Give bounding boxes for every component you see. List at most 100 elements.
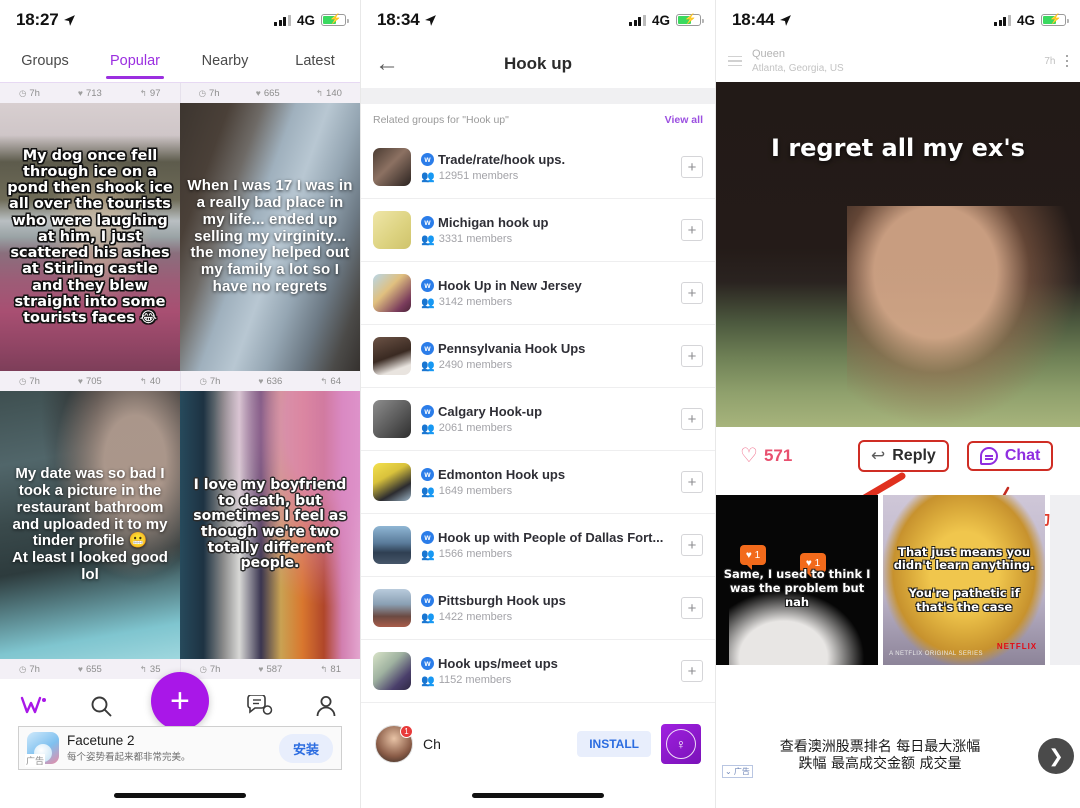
post-cell[interactable]: My date was so bad I took a picture in t… [0, 391, 180, 659]
group-name: Hook ups/meet ups [438, 655, 558, 671]
post-author-header: Queen Atlanta, Georgia, US 7h [716, 40, 1080, 82]
reply-button-annotated[interactable]: ↩ Reply [858, 440, 949, 472]
verified-badge-icon: w [421, 656, 434, 670]
location-arrow-icon [64, 14, 76, 26]
group-info: w Hook up with People of Dallas Fort... … [421, 530, 671, 561]
group-name: Hook Up in New Jersey [438, 277, 582, 293]
join-group-button[interactable]: + [681, 597, 703, 619]
group-name: Calgary Hook-up [438, 403, 543, 419]
clock-icon: ◷ [18, 87, 27, 98]
group-list-item[interactable]: w Pittsburgh Hook ups 👥 1422 members + [361, 577, 715, 640]
join-group-button[interactable]: + [681, 534, 703, 556]
signal-bars-icon [629, 14, 646, 26]
join-group-button[interactable]: + [681, 345, 703, 367]
group-list-item[interactable]: w Edmonton Hook ups 👥 1649 members + [361, 451, 715, 514]
reply-card[interactable]: That just means you didn't learn anythin… [883, 495, 1046, 665]
reply-card[interactable]: ♥ 1 ♥ 1 Same, I used to think I was the … [716, 495, 879, 665]
members-icon: 👥 [421, 611, 435, 624]
group-list-item[interactable]: w Trade/rate/hook ups. 👥 12951 members + [361, 136, 715, 199]
status-bar-panel1: 18:27 4G ⚡ [0, 0, 360, 40]
group-name-row: w Trade/rate/hook ups. [421, 152, 671, 167]
search-icon[interactable] [84, 689, 118, 723]
group-list-item[interactable]: w Calgary Hook-up 👥 2061 members + [361, 388, 715, 451]
group-list-item[interactable]: w Hook ups/meet ups 👥 1152 members + [361, 640, 715, 703]
tab-groups[interactable]: Groups [0, 53, 90, 69]
post-grid-second: My date was so bad I took a picture in t… [0, 391, 360, 659]
reply-card-partial[interactable] [1050, 495, 1080, 665]
ad-banner-facetune[interactable]: Facetune 2 每个姿势看起来都非常完美。 安装 广告 [18, 726, 342, 770]
group-list-item[interactable]: w Pennsylvania Hook Ups 👥 2490 members + [361, 325, 715, 388]
network-label: 4G [651, 12, 670, 28]
replies-strip: ♥ 1 ♥ 1 Same, I used to think I was the … [716, 495, 1080, 665]
group-info: w Hook Up in New Jersey 👥 3142 members [421, 278, 671, 309]
post-card-4[interactable]: I love my boyfriend to death, but someti… [180, 391, 360, 659]
hamburger-icon[interactable] [728, 55, 742, 67]
tab-nearby[interactable]: Nearby [180, 53, 270, 69]
group-list-item[interactable]: w Hook up with People of Dallas Fort... … [361, 514, 715, 577]
ad-next-arrow-icon[interactable]: ❯ [1038, 738, 1074, 774]
post-card-1[interactable]: My dog once fell through ice on a pond t… [0, 103, 180, 371]
reply-icon: ↰ [139, 375, 147, 386]
heart-icon: ♥ [255, 88, 261, 98]
stats-cell: ◷ 7h ♥ 713 ↰ 97 [0, 83, 181, 103]
page-title: Hook up [504, 54, 572, 73]
post-cell[interactable]: My dog once fell through ice on a pond t… [0, 103, 180, 371]
chat-button-annotated[interactable]: Chat [966, 441, 1054, 471]
post-hero-image[interactable]: I regret all my ex's [716, 82, 1080, 427]
whisper-logo-icon[interactable] [17, 689, 51, 723]
signal-bars-icon [274, 14, 291, 26]
tab-popular[interactable]: Popular [90, 53, 180, 79]
status-right: 4G ⚡ [994, 13, 1069, 28]
post-card-3[interactable]: My date was so bad I took a picture in t… [0, 391, 180, 659]
group-thumbnail [373, 337, 411, 375]
view-all-link[interactable]: View all [665, 114, 703, 126]
group-members-row: 👥 2061 members [421, 422, 671, 435]
join-group-button[interactable]: + [681, 156, 703, 178]
like-group[interactable]: ♡ 571 [726, 446, 858, 466]
ad-install-button[interactable]: 安装 [278, 733, 333, 763]
more-options-icon[interactable] [1065, 54, 1068, 68]
install-button[interactable]: INSTALL [577, 731, 651, 757]
author-info: Queen Atlanta, Georgia, US [752, 47, 1034, 74]
join-group-button[interactable]: + [681, 408, 703, 430]
feed-tabs[interactable]: Groups Popular Nearby Latest [0, 40, 360, 82]
reply-icon: ↰ [315, 87, 324, 98]
chat-bubble-icon[interactable] [242, 689, 276, 723]
group-members-row: 👥 1422 members [421, 611, 671, 624]
status-left: 18:27 [16, 10, 76, 30]
tab-latest[interactable]: Latest [270, 53, 360, 69]
join-group-button[interactable]: + [681, 282, 703, 304]
group-thumbnail [373, 148, 411, 186]
back-arrow-icon[interactable]: ← [375, 52, 399, 76]
post-grid: My dog once fell through ice on a pond t… [0, 103, 360, 371]
ad-banner-stocks[interactable]: 查看澳洲股票排名 每日最大涨幅 跌幅 最高成交金额 成交量 ❯ ⌄ 广告 [716, 730, 1080, 782]
post-cell[interactable]: I love my boyfriend to death, but someti… [180, 391, 360, 659]
post-age: 7h [209, 87, 220, 99]
verified-badge-icon: w [421, 278, 434, 292]
verified-badge-icon: w [421, 341, 434, 355]
reply-count: 97 [149, 87, 161, 99]
heart-icon: ♥ [258, 664, 264, 674]
post-age: 7h [29, 87, 40, 99]
join-group-button[interactable]: + [681, 219, 703, 241]
post-cell[interactable]: When I was 17 I was in a really bad plac… [180, 103, 360, 371]
members-icon: 👥 [421, 296, 435, 309]
battery-icon: ⚡ [1041, 14, 1069, 26]
home-indicator [114, 793, 246, 798]
bottom-navigation-bar[interactable]: + [0, 672, 360, 730]
post-card-2[interactable]: When I was 17 I was in a really bad plac… [180, 103, 360, 371]
profile-icon[interactable] [309, 689, 343, 723]
ad-text-block: Facetune 2 每个姿势看起来都非常完美。 [67, 733, 271, 764]
join-group-button[interactable]: + [681, 471, 703, 493]
post-action-bar: ♡ 571 ↩ Reply Chat [716, 427, 1080, 485]
group-list-item[interactable]: w Michigan hook up 👥 3331 members + [361, 199, 715, 262]
ad-icon-glyph: ♀ [666, 729, 696, 759]
group-info: w Hook ups/meet ups 👥 1152 members [421, 656, 671, 687]
group-list-item[interactable]: w Hook Up in New Jersey 👥 3142 members + [361, 262, 715, 325]
reply-count: 140 [326, 87, 342, 99]
add-post-button[interactable]: + [150, 672, 209, 730]
install-ad-bar[interactable]: 1 Ch INSTALL ♀ [361, 718, 715, 770]
reply-count: 40 [149, 375, 161, 387]
like-count: 665 [263, 87, 280, 99]
join-group-button[interactable]: + [681, 660, 703, 682]
